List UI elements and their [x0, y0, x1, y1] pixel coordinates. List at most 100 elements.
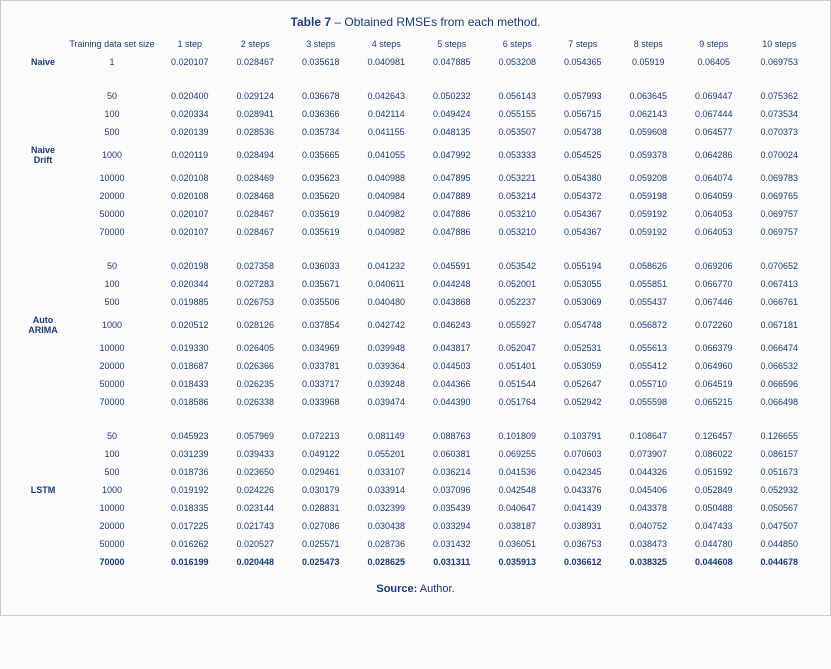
value-cell: 0.020108 [157, 187, 223, 205]
value-cell: 0.047886 [419, 205, 485, 223]
value-cell: 0.018736 [157, 463, 223, 481]
set-size-cell: 1 [67, 53, 157, 71]
value-cell: 0.036678 [288, 71, 354, 105]
value-cell: 0.055437 [616, 293, 682, 311]
value-cell: 0.020334 [157, 105, 223, 123]
value-cell: 0.021743 [223, 517, 289, 535]
value-cell: 0.019885 [157, 293, 223, 311]
value-cell: 0.036612 [550, 553, 616, 571]
value-cell: 0.035671 [288, 275, 354, 293]
value-cell: 0.101809 [485, 411, 551, 445]
value-cell: 0.040982 [354, 205, 420, 223]
table-row: 1000.0203440.0272830.0356710.0406110.044… [19, 275, 812, 293]
set-size-cell: 1000 [67, 311, 157, 339]
value-cell: 0.040982 [354, 223, 420, 241]
value-cell: 0.028468 [223, 187, 289, 205]
value-cell: 0.020108 [157, 169, 223, 187]
value-cell: 0.069783 [747, 169, 813, 187]
value-cell: 0.048135 [419, 123, 485, 141]
value-cell: 0.055851 [616, 275, 682, 293]
value-cell: 0.039364 [354, 357, 420, 375]
value-cell: 0.026338 [223, 393, 289, 411]
value-cell: 0.072213 [288, 411, 354, 445]
value-cell: 0.066596 [747, 375, 813, 393]
value-cell: 0.054367 [550, 223, 616, 241]
value-cell: 0.062143 [616, 105, 682, 123]
table-row: 1000.0203340.0289410.0363660.0421140.049… [19, 105, 812, 123]
method-label-cell [19, 339, 67, 357]
value-cell: 0.028736 [354, 535, 420, 553]
value-cell: 0.064519 [681, 375, 747, 393]
value-cell: 0.039433 [223, 445, 289, 463]
value-cell: 0.055613 [616, 339, 682, 357]
value-cell: 0.051764 [485, 393, 551, 411]
value-cell: 0.035619 [288, 223, 354, 241]
value-cell: 0.028941 [223, 105, 289, 123]
value-cell: 0.050488 [681, 499, 747, 517]
set-size-cell: 500 [67, 123, 157, 141]
value-cell: 0.073534 [747, 105, 813, 123]
value-cell: 0.020400 [157, 71, 223, 105]
value-cell: 0.020198 [157, 241, 223, 275]
value-cell: 0.026753 [223, 293, 289, 311]
set-size-cell: 50000 [67, 535, 157, 553]
value-cell: 0.052001 [485, 275, 551, 293]
value-cell: 0.047889 [419, 187, 485, 205]
set-size-cell: 10000 [67, 339, 157, 357]
value-cell: 0.050567 [747, 499, 813, 517]
value-cell: 0.019330 [157, 339, 223, 357]
value-cell: 0.051401 [485, 357, 551, 375]
table-row: 100000.0193300.0264050.0349690.0399480.0… [19, 339, 812, 357]
value-cell: 0.042742 [354, 311, 420, 339]
value-cell: 0.028467 [223, 53, 289, 71]
value-cell: 0.040480 [354, 293, 420, 311]
value-cell: 0.018586 [157, 393, 223, 411]
value-cell: 0.059608 [616, 123, 682, 141]
value-cell: 0.033107 [354, 463, 420, 481]
method-label-cell [19, 169, 67, 187]
value-cell: 0.038325 [616, 553, 682, 571]
set-size-cell: 100 [67, 105, 157, 123]
value-cell: 0.033968 [288, 393, 354, 411]
value-cell: 0.041232 [354, 241, 420, 275]
value-cell: 0.067444 [681, 105, 747, 123]
value-cell: 0.044503 [419, 357, 485, 375]
set-size-cell: 100 [67, 445, 157, 463]
value-cell: 0.054372 [550, 187, 616, 205]
value-cell: 0.041155 [354, 123, 420, 141]
value-cell: 0.055710 [616, 375, 682, 393]
value-cell: 0.126655 [747, 411, 813, 445]
value-cell: 0.059198 [616, 187, 682, 205]
table-row: 700000.0201070.0284670.0356190.0409820.0… [19, 223, 812, 241]
value-cell: 0.033914 [354, 481, 420, 499]
source-label: Source: [376, 583, 417, 595]
value-cell: 0.033781 [288, 357, 354, 375]
value-cell: 0.067446 [681, 293, 747, 311]
value-cell: 0.016199 [157, 553, 223, 571]
value-cell: 0.044850 [747, 535, 813, 553]
value-cell: 0.036051 [485, 535, 551, 553]
value-cell: 0.059378 [616, 141, 682, 169]
value-cell: 0.053542 [485, 241, 551, 275]
value-cell: 0.053507 [485, 123, 551, 141]
value-cell: 0.086157 [747, 445, 813, 463]
method-label-cell [19, 123, 67, 141]
source-value: Author. [417, 583, 454, 595]
value-cell: 0.020448 [223, 553, 289, 571]
value-cell: 0.043868 [419, 293, 485, 311]
value-cell: 0.025571 [288, 535, 354, 553]
value-cell: 0.044326 [616, 463, 682, 481]
value-cell: 0.064059 [681, 187, 747, 205]
value-cell: 0.064053 [681, 205, 747, 223]
set-size-cell: 50 [67, 71, 157, 105]
method-label-cell [19, 499, 67, 517]
value-cell: 0.035623 [288, 169, 354, 187]
value-cell: 0.058626 [616, 241, 682, 275]
method-label-cell [19, 553, 67, 571]
set-size-cell: 10000 [67, 499, 157, 517]
header-step: 10 steps [747, 35, 813, 53]
header-step: 4 steps [354, 35, 420, 53]
table-row: Naive10.0201070.0284670.0356180.0409810.… [19, 53, 812, 71]
value-cell: 0.039248 [354, 375, 420, 393]
value-cell: 0.030438 [354, 517, 420, 535]
